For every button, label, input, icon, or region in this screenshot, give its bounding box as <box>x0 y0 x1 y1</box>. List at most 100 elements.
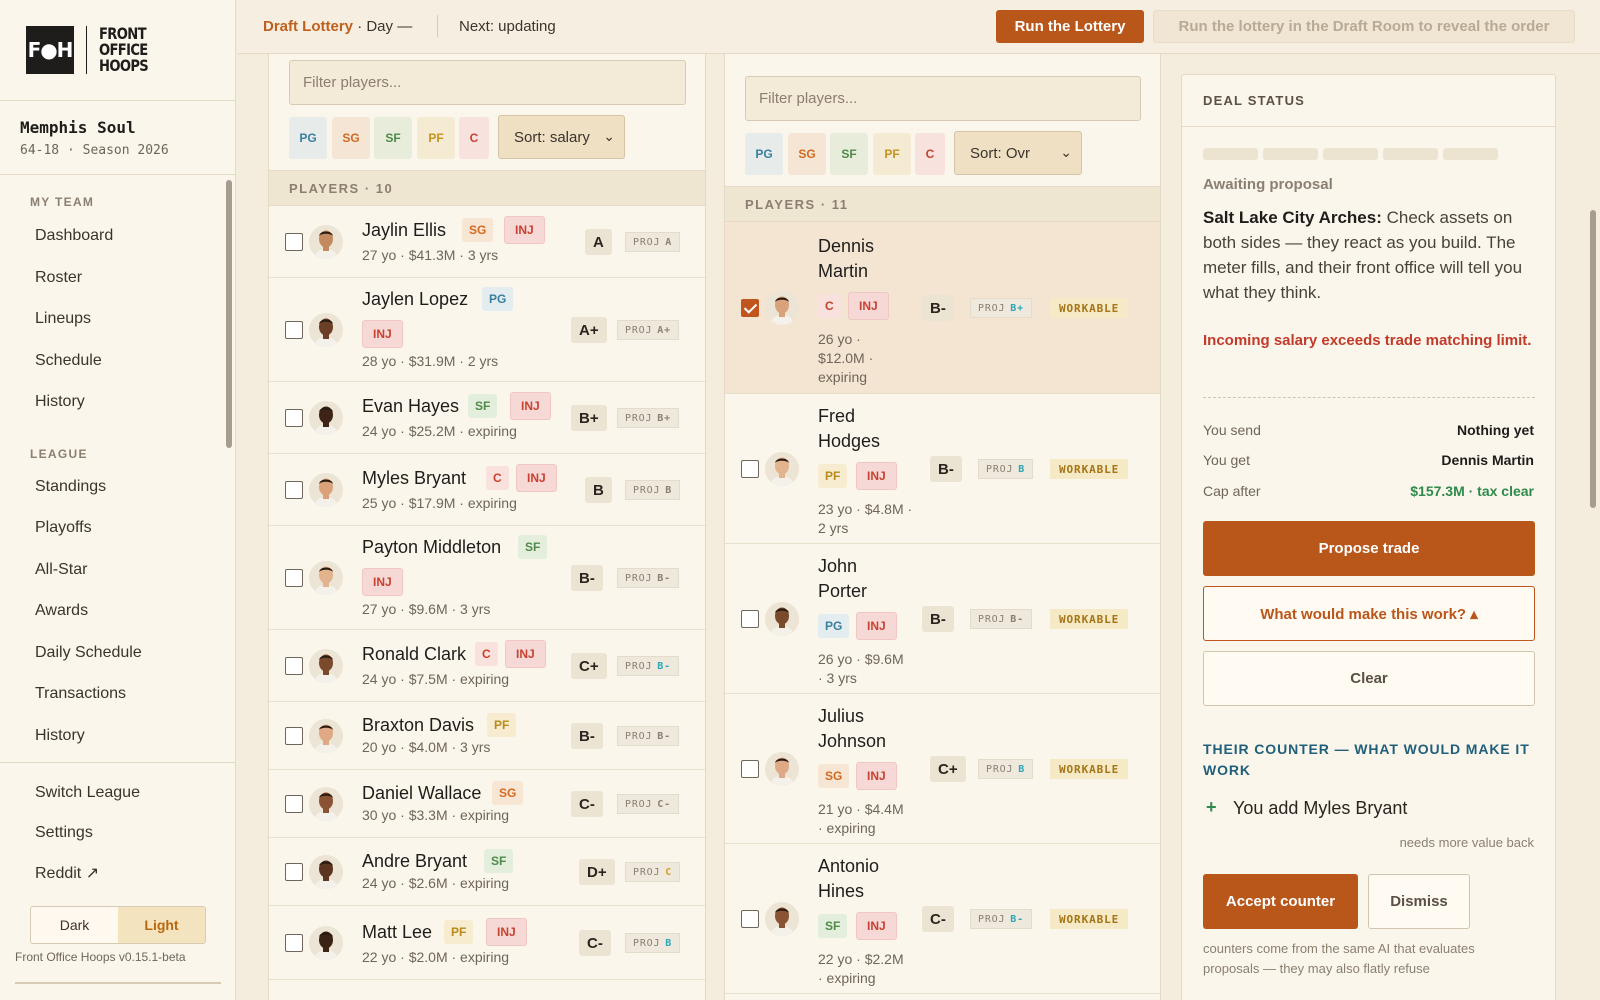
filter-pg-button[interactable]: PG <box>745 133 783 175</box>
my-players-sort-select[interactable]: Sort: salary ⌄ <box>498 115 625 159</box>
player-checkbox[interactable] <box>285 657 303 675</box>
injury-badge: INJ <box>856 612 897 640</box>
filter-sg-button[interactable]: SG <box>788 133 826 175</box>
my-players-filter-input[interactable]: Filter players... <box>289 60 686 105</box>
logo-mark: F●H <box>26 26 74 74</box>
sidebar-item-switch-league[interactable]: Switch League <box>35 784 140 802</box>
overall-grade: D+ <box>579 859 615 885</box>
sidebar-item-dashboard[interactable]: Dashboard <box>35 227 113 245</box>
projection-badge: PROJ B <box>978 759 1034 779</box>
sidebar-item-awards[interactable]: Awards <box>35 602 88 620</box>
logo-wordmark: FRONT OFFICE HOOPS <box>99 26 159 74</box>
player-checkbox[interactable] <box>285 233 303 251</box>
counter-item: You add Myles Bryant <box>1233 798 1408 818</box>
projection-value: B- <box>657 572 671 584</box>
sidebar-item-reddit[interactable]: Reddit ↗ <box>35 863 99 883</box>
filter-sf-button[interactable]: SF <box>374 117 412 159</box>
filter-c-button[interactable]: C <box>915 133 945 175</box>
player-name[interactable]: Dennis <box>818 234 874 258</box>
sidebar-item-roster[interactable]: Roster <box>35 269 82 287</box>
player-name[interactable]: Martin <box>818 259 868 283</box>
position-badge: PF <box>444 920 474 944</box>
table-row: Antonio Hines SF INJ 22 yo · $2.2M · expiring… <box>725 844 1160 994</box>
player-name[interactable]: Hines <box>818 879 864 903</box>
player-checkbox[interactable] <box>741 610 759 628</box>
overall-grade: A <box>585 229 612 255</box>
player-checkbox[interactable] <box>285 321 303 339</box>
sidebar-item-settings[interactable]: Settings <box>35 824 93 842</box>
player-name[interactable]: Ronald Clark <box>362 642 466 666</box>
sidebar-item-lineups[interactable]: Lineups <box>35 310 91 328</box>
overall-grade: C- <box>922 906 954 932</box>
propose-trade-button[interactable]: Propose trade <box>1203 521 1535 576</box>
divider <box>1203 397 1535 398</box>
player-checkbox[interactable] <box>285 481 303 499</box>
theme-light-button[interactable]: Light <box>118 907 205 943</box>
filter-sf-button[interactable]: SF <box>830 133 868 175</box>
dismiss-button[interactable]: Dismiss <box>1368 874 1470 929</box>
sidebar-item-history[interactable]: History <box>35 393 85 411</box>
player-name[interactable]: Evan Hayes <box>362 394 459 418</box>
player-checkbox[interactable] <box>285 934 303 952</box>
player-checkbox[interactable] <box>741 299 759 317</box>
player-name[interactable]: Jaylin Ellis <box>362 218 446 242</box>
player-name[interactable]: John <box>818 554 857 578</box>
player-meta: 22 yo · $2.2M <box>818 951 904 967</box>
sidebar-item-playoffs[interactable]: Playoffs <box>35 519 92 537</box>
player-name[interactable]: Johnson <box>818 729 886 753</box>
filter-c-button[interactable]: C <box>459 117 489 159</box>
injury-badge: INJ <box>504 216 545 244</box>
player-checkbox[interactable] <box>285 569 303 587</box>
accept-counter-button[interactable]: Accept counter <box>1203 874 1358 929</box>
player-checkbox[interactable] <box>285 727 303 745</box>
player-name[interactable]: Matt Lee <box>362 920 432 944</box>
player-name[interactable]: Jaylen Lopez <box>362 287 468 311</box>
player-checkbox[interactable] <box>285 409 303 427</box>
player-checkbox[interactable] <box>285 863 303 881</box>
position-badge: SF <box>818 914 848 938</box>
divider <box>0 174 236 175</box>
logo[interactable]: F●H FRONT OFFICE HOOPS <box>26 26 159 74</box>
sidebar-item-transactions[interactable]: Transactions <box>35 685 126 703</box>
player-meta: · 3 yrs <box>818 670 857 686</box>
injury-badge: INJ <box>856 912 897 940</box>
player-checkbox[interactable] <box>741 760 759 778</box>
filter-sg-button[interactable]: SG <box>332 117 370 159</box>
filter-pf-button[interactable]: PF <box>417 117 455 159</box>
player-name[interactable]: Julius <box>818 704 864 728</box>
player-name[interactable]: Porter <box>818 579 867 603</box>
player-name[interactable]: Fred <box>818 404 855 428</box>
player-checkbox[interactable] <box>741 460 759 478</box>
theme-dark-button[interactable]: Dark <box>31 907 118 943</box>
divider <box>437 15 438 37</box>
player-checkbox[interactable] <box>741 910 759 928</box>
you-get-value: Dennis Martin <box>1441 452 1534 468</box>
sidebar-scrollbar[interactable] <box>226 180 232 448</box>
player-checkbox[interactable] <box>285 795 303 813</box>
page-scrollbar[interactable] <box>1590 210 1596 508</box>
filter-pg-button[interactable]: PG <box>289 117 327 159</box>
sort-label: Sort: salary <box>514 128 590 146</box>
player-name[interactable]: Antonio <box>818 854 879 878</box>
projection-label: PROJ <box>986 763 1014 775</box>
sidebar-item-standings[interactable]: Standings <box>35 478 106 496</box>
table-row: Fred Hodges PF INJ 23 yo · $4.8M · 2 yrs B- PRO… <box>725 394 1160 544</box>
player-name[interactable]: Hodges <box>818 429 880 453</box>
player-meta: 27 yo · $9.6M · 3 yrs <box>362 601 491 617</box>
sidebar-item-daily-schedule[interactable]: Daily Schedule <box>35 644 142 662</box>
player-name[interactable]: Andre Bryant <box>362 849 467 873</box>
sidebar-item-league-history[interactable]: History <box>35 727 85 745</box>
table-row: Evan Hayes SF INJ 24 yo · $25.2M · expiring… <box>269 382 705 454</box>
player-name[interactable]: Daniel Wallace <box>362 781 481 805</box>
their-players-sort-select[interactable]: Sort: Ovr ⌄ <box>954 131 1082 175</box>
player-name[interactable]: Payton Middleton <box>362 535 501 559</box>
sidebar-item-all-star[interactable]: All-Star <box>35 561 87 579</box>
player-name[interactable]: Myles Bryant <box>362 466 466 490</box>
run-lottery-button[interactable]: Run the Lottery <box>996 10 1144 43</box>
clear-button[interactable]: Clear <box>1203 651 1535 706</box>
sidebar-item-schedule[interactable]: Schedule <box>35 352 102 370</box>
their-players-filter-input[interactable]: Filter players... <box>745 76 1141 121</box>
what-would-make-this-work-button[interactable]: What would make this work? ▴ <box>1203 586 1535 641</box>
filter-pf-button[interactable]: PF <box>873 133 911 175</box>
player-name[interactable]: Braxton Davis <box>362 713 474 737</box>
